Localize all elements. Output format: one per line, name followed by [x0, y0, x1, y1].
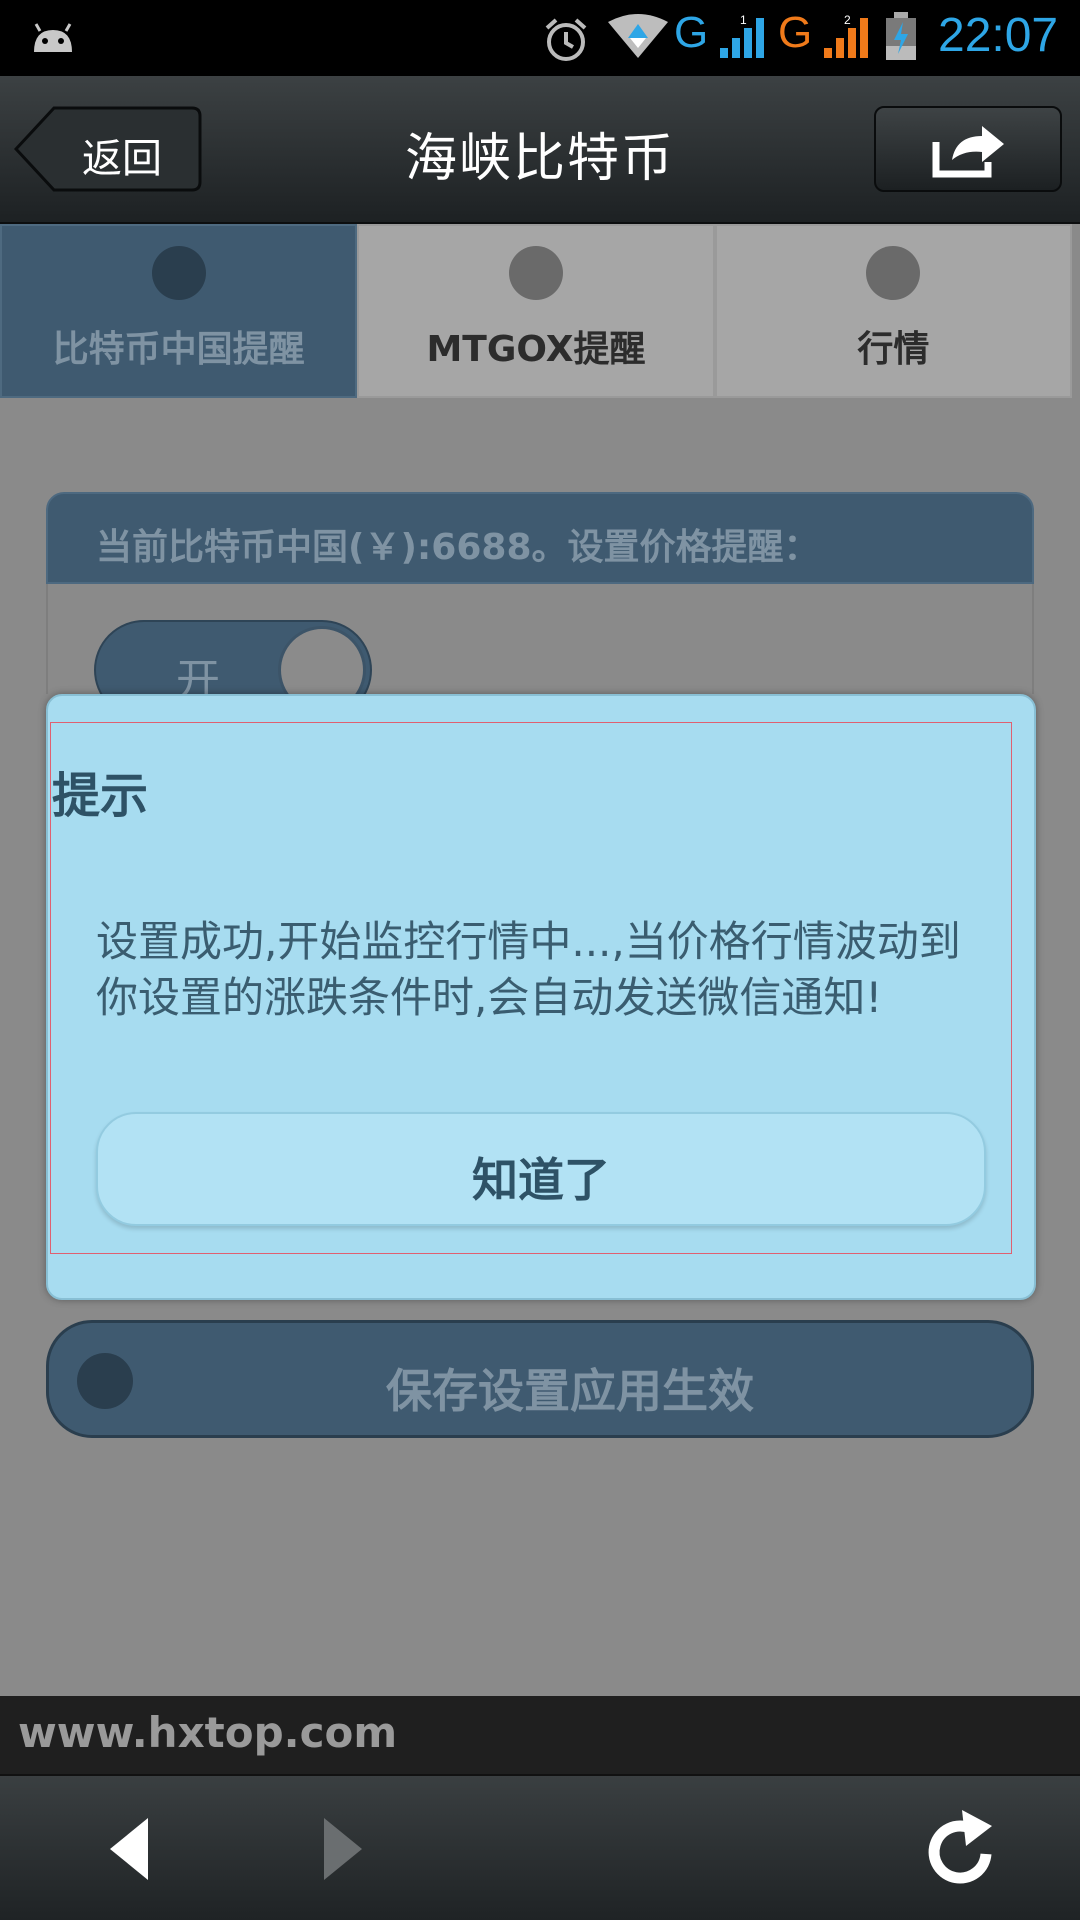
save-label: 保存设置应用生效: [386, 1364, 754, 1418]
browser-nav-bar: [0, 1774, 1080, 1920]
tab-mtgox-alert[interactable]: MTGOX提醒: [357, 224, 715, 398]
dialog-title: 提示: [52, 768, 149, 824]
share-icon: [932, 126, 1004, 178]
save-settings-button[interactable]: 保存设置应用生效: [46, 1320, 1034, 1438]
refresh-icon[interactable]: [926, 1808, 998, 1888]
title-bar: 返回 海峡比特币: [0, 76, 1080, 224]
signal-icon: 1: [720, 14, 764, 58]
dialog-ok-button[interactable]: 知道了: [96, 1112, 986, 1226]
alarm-icon: [545, 18, 587, 61]
tab-indicator: [508, 246, 563, 300]
share-button[interactable]: [874, 106, 1062, 192]
signal-icon: 2: [824, 14, 868, 58]
tab-indicator: [151, 246, 206, 300]
alert-dialog: 提示 设置成功,开始监控行情中...,当价格行情波动到你设置的涨跌条件时,会自动…: [46, 694, 1036, 1300]
battery-charging-icon: [886, 12, 916, 60]
svg-text:1: 1: [740, 14, 747, 27]
dialog-ok-label: 知道了: [472, 1153, 610, 1207]
tab-btcchina-alert[interactable]: 比特币中国提醒: [0, 224, 358, 398]
current-price-text: 当前比特币中国(￥):6688。设置价格提醒：: [96, 527, 820, 568]
tab-indicator: [866, 246, 921, 300]
network-type-2: G: [778, 8, 813, 57]
network-type-1: G: [674, 8, 709, 57]
tab-market[interactable]: 行情: [714, 224, 1072, 398]
clock: 22:07: [938, 9, 1059, 62]
tab-label: 比特币中国提醒: [52, 329, 305, 370]
dialog-message: 设置成功,开始监控行情中...,当价格行情波动到你设置的涨跌条件时,会自动发送微…: [96, 917, 961, 1022]
nav-forward-icon[interactable]: [322, 1818, 362, 1880]
price-card-header: 当前比特币中国(￥):6688。设置价格提醒：: [46, 492, 1034, 584]
site-url: www.hxtop.com: [18, 1708, 398, 1757]
url-bar: www.hxtop.com: [0, 1696, 1080, 1774]
tab-bar: 比特币中国提醒 MTGOX提醒 行情: [0, 224, 1072, 398]
android-icon: [34, 23, 72, 52]
tab-label: MTGOX提醒: [426, 329, 646, 370]
status-bar: G 1 G 2 22:07: [0, 0, 1080, 76]
nav-back-icon[interactable]: [110, 1818, 150, 1880]
wifi-icon: [608, 14, 668, 58]
svg-text:2: 2: [844, 14, 851, 27]
tab-label: 行情: [857, 329, 930, 370]
